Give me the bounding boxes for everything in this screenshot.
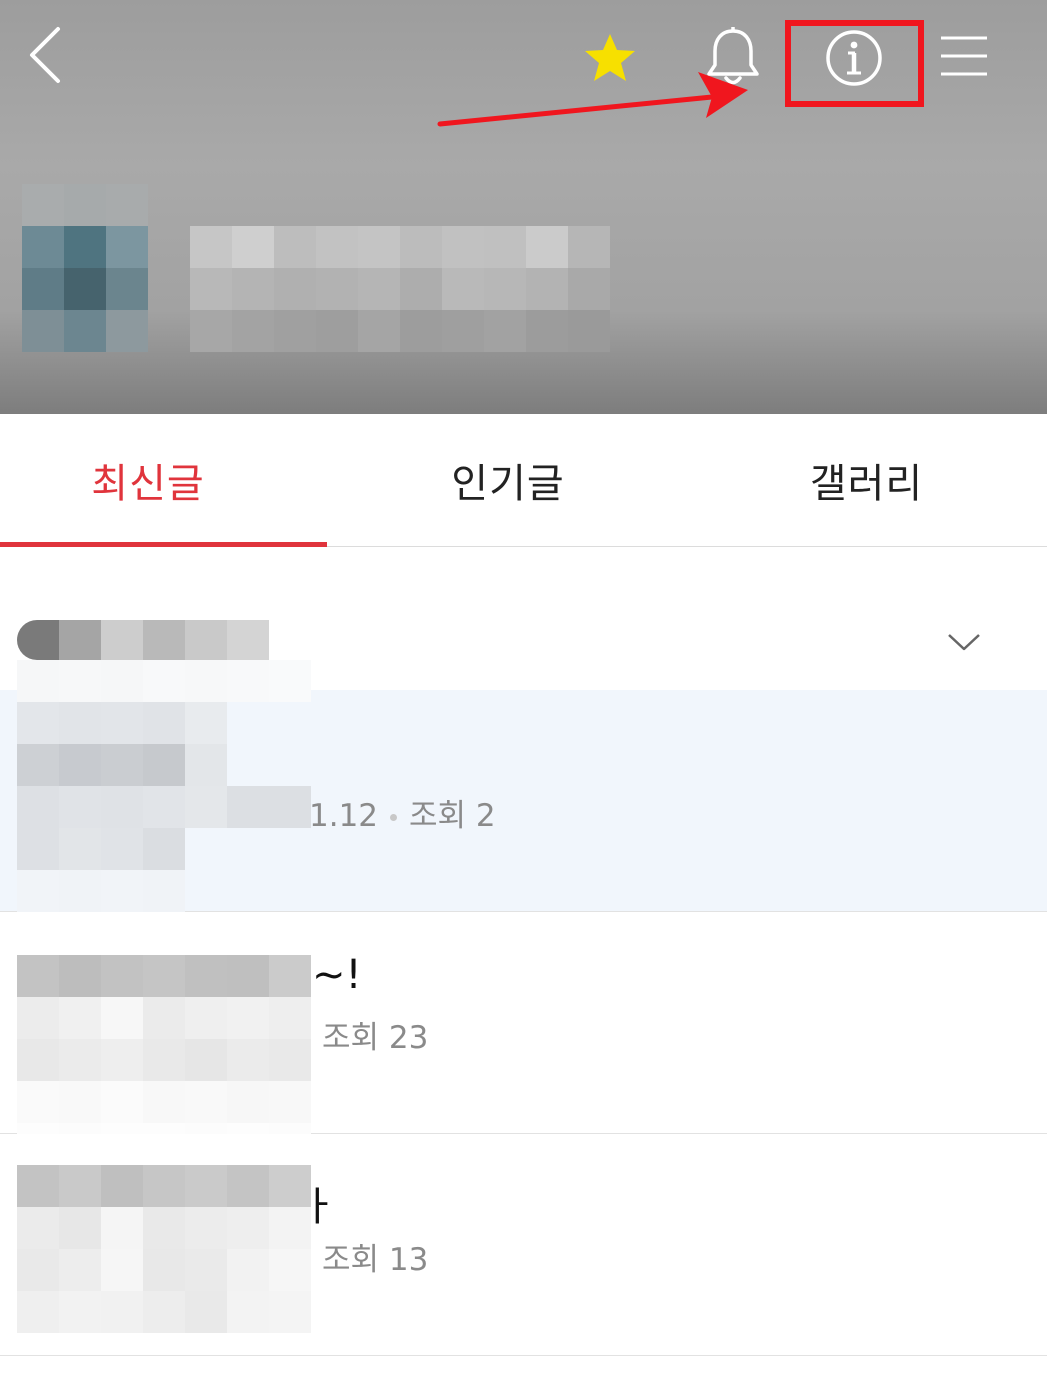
post-views: 조회 23 xyxy=(322,1020,429,1056)
tab-popular[interactable]: 인기글 xyxy=(330,414,686,546)
post-views: 조회 13 xyxy=(322,1242,429,1278)
meta-separator xyxy=(390,814,398,821)
cafe-header xyxy=(0,0,1047,414)
post-title: ~! xyxy=(312,952,362,998)
post-date: 1.12 xyxy=(309,798,379,834)
filter-dropdown-button[interactable] xyxy=(940,620,988,664)
post-thumbnail-mosaic xyxy=(17,660,311,912)
tab-latest[interactable]: 최신글 xyxy=(0,414,296,546)
tab-gallery[interactable]: 갤러리 xyxy=(686,414,1047,546)
chevron-down-icon xyxy=(948,634,980,651)
post-meta: 1.12 조회 2 xyxy=(309,790,496,835)
board-filter-label-mosaic xyxy=(17,620,269,660)
annotation-arrow xyxy=(437,72,748,127)
active-tab-indicator xyxy=(0,542,327,547)
post-views: 조회 2 xyxy=(409,798,496,834)
board-tabs: 최신글 인기글 갤러리 xyxy=(0,414,1047,547)
post-thumbnail-mosaic xyxy=(17,1165,311,1333)
